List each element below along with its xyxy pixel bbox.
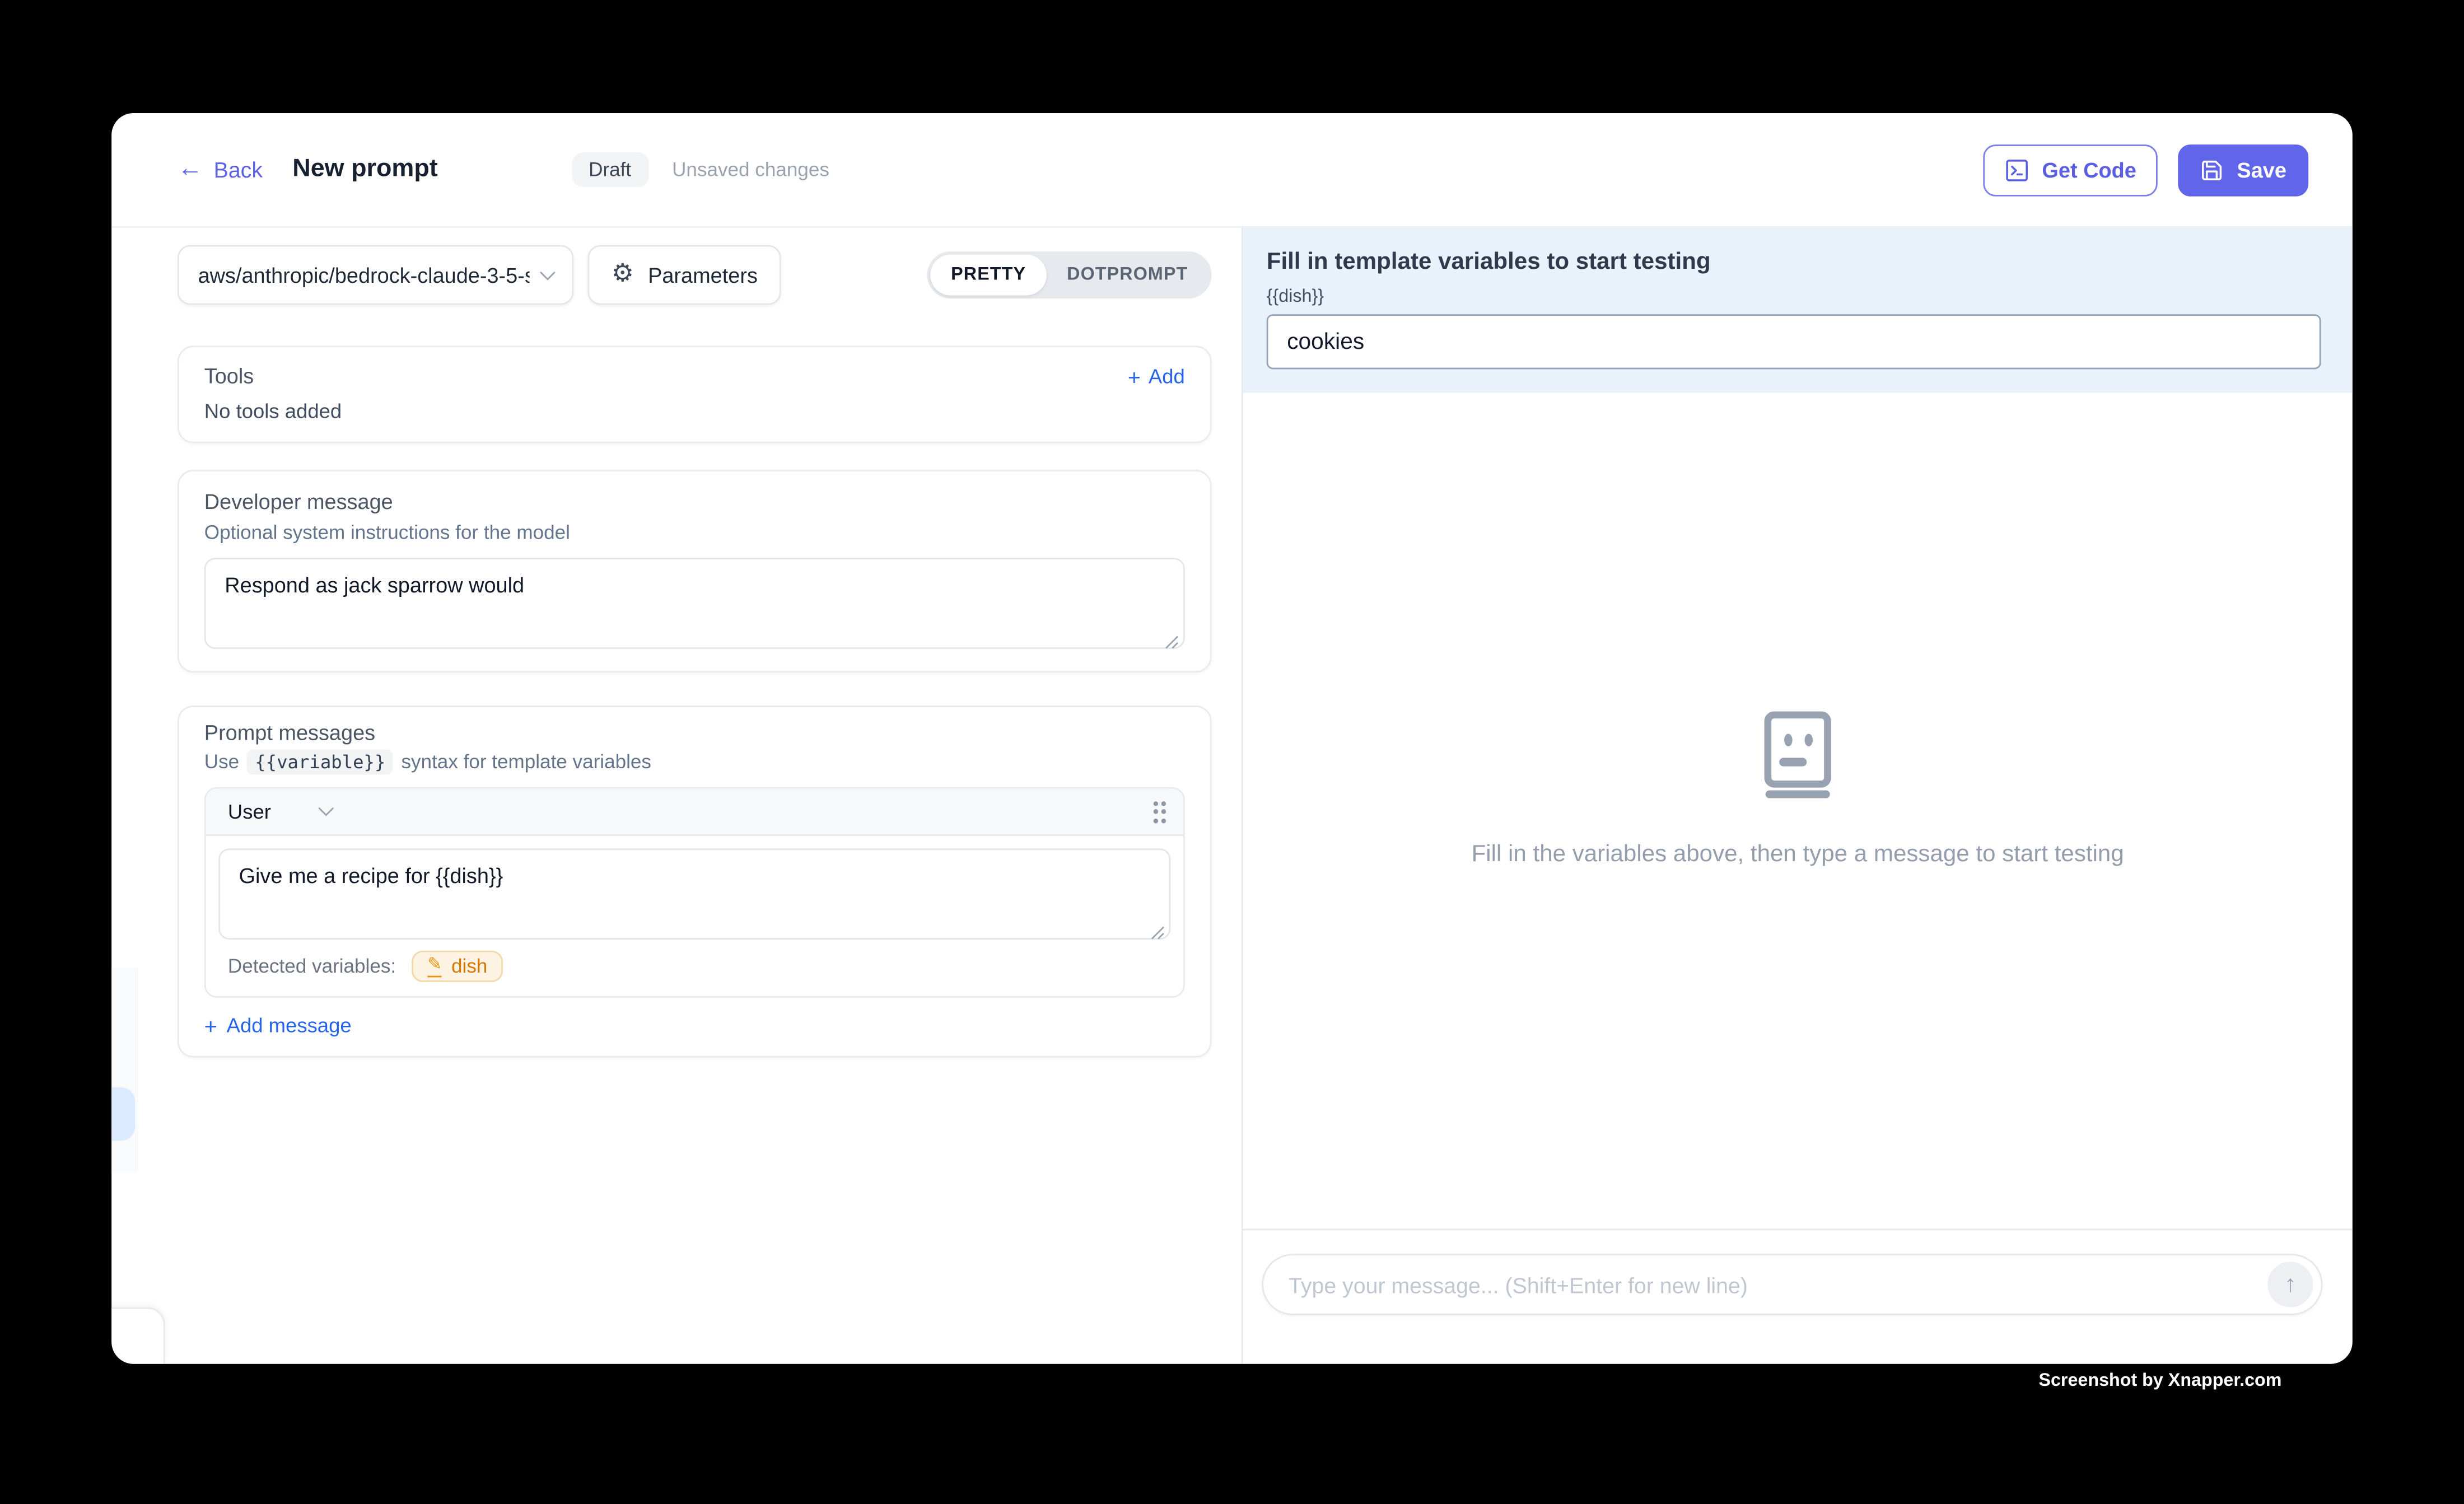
back-label: Back xyxy=(214,157,263,183)
robot-face-icon xyxy=(1762,710,1834,798)
model-row: aws/anthropic/bedrock-claude-3-5-s... ⚙ … xyxy=(178,245,1211,305)
message-role-header: User xyxy=(206,789,1183,836)
chat-empty-state: Fill in the variables above, then type a… xyxy=(1472,710,2124,867)
chat-footer: ↑ xyxy=(1243,1229,2353,1363)
message-body: Give me a recipe for {{dish}} Detected v… xyxy=(206,836,1183,997)
test-panel-column: Fill in template variables to start test… xyxy=(1243,228,2353,1364)
clipped-nav-highlight xyxy=(111,1087,135,1141)
role-select-value[interactable]: User xyxy=(228,800,271,823)
send-arrow-icon: ↑ xyxy=(2284,1271,2296,1298)
developer-message-field-wrap: Respond as jack sparrow would xyxy=(204,558,1185,649)
prompt-messages-title: Prompt messages xyxy=(204,721,1185,745)
message-field-wrap: Give me a recipe for {{dish}} xyxy=(218,848,1171,940)
top-bar: ← Back New prompt Draft Unsaved changes … xyxy=(111,113,2353,228)
tools-title: Tools xyxy=(204,365,254,388)
developer-message-card: Developer message Optional system instru… xyxy=(178,470,1211,672)
plus-icon: + xyxy=(204,1015,217,1036)
chevron-down-icon xyxy=(540,264,556,280)
save-label: Save xyxy=(2237,158,2286,181)
developer-message-title: Developer message xyxy=(204,491,1185,514)
dish-variable-input[interactable] xyxy=(1267,314,2321,369)
get-code-label: Get Code xyxy=(2042,158,2136,181)
app-window: ← Back New prompt Draft Unsaved changes … xyxy=(111,113,2353,1364)
page-title: New prompt xyxy=(292,156,437,184)
back-button[interactable]: ← Back xyxy=(178,157,263,183)
detected-variables-label: Detected variables: xyxy=(228,955,396,977)
detected-variables-row: Detected variables: ✎ dish xyxy=(218,940,1171,985)
fill-variables-title: Fill in template variables to start test… xyxy=(1267,248,2321,275)
message-input[interactable]: Give me a recipe for {{dish}} xyxy=(220,850,1169,938)
tools-card: Tools + Add No tools added xyxy=(178,345,1211,443)
variable-syntax-hint: Use {{variable}} syntax for template var… xyxy=(204,750,1185,775)
terminal-icon xyxy=(2006,158,2029,181)
variable-name: dish xyxy=(451,955,487,977)
model-selector[interactable]: aws/anthropic/bedrock-claude-3-5-s... xyxy=(178,245,573,305)
save-button[interactable]: Save xyxy=(2179,144,2309,196)
chat-empty-text: Fill in the variables above, then type a… xyxy=(1472,840,2124,867)
toggle-pretty[interactable]: PRETTY xyxy=(931,255,1047,296)
format-toggle: PRETTY DOTPROMPT xyxy=(927,251,1211,298)
message-block: User Give me a recipe for {{dish}} xyxy=(204,787,1185,998)
model-selector-value: aws/anthropic/bedrock-claude-3-5-s... xyxy=(198,263,530,287)
gear-icon: ⚙ xyxy=(612,263,634,288)
variable-code-chip: {{variable}} xyxy=(247,750,393,775)
plus-icon: + xyxy=(1128,365,1141,387)
template-variables-panel: Fill in template variables to start test… xyxy=(1243,228,2353,393)
edit-pencil-icon: ✎ xyxy=(427,955,442,978)
add-tool-button[interactable]: + Add xyxy=(1128,365,1185,388)
get-code-button[interactable]: Get Code xyxy=(1984,144,2159,196)
variable-badge-dish[interactable]: ✎ dish xyxy=(412,951,503,983)
tools-empty-text: No tools added xyxy=(204,399,1185,423)
drag-handle-icon[interactable] xyxy=(1152,801,1166,823)
add-message-button[interactable]: + Add message xyxy=(204,1013,1185,1037)
toggle-dotprompt[interactable]: DOTPROMPT xyxy=(1047,255,1208,296)
prompt-editor-column: aws/anthropic/bedrock-claude-3-5-s... ⚙ … xyxy=(111,228,1243,1364)
back-arrow-icon: ← xyxy=(178,157,203,183)
chevron-down-icon[interactable] xyxy=(319,801,335,816)
chat-area: Fill in the variables above, then type a… xyxy=(1243,393,2353,1229)
save-floppy-icon xyxy=(2201,158,2224,181)
chat-input-wrap: ↑ xyxy=(1262,1254,2322,1315)
parameters-label: Parameters xyxy=(648,263,758,287)
tools-card-header: Tools + Add xyxy=(204,365,1185,388)
parameters-button[interactable]: ⚙ Parameters xyxy=(587,245,781,305)
hint-suffix: syntax for template variables xyxy=(401,751,651,773)
send-button[interactable]: ↑ xyxy=(2267,1262,2313,1307)
developer-message-subtitle: Optional system instructions for the mod… xyxy=(204,522,1185,544)
status-badge: Draft xyxy=(571,152,648,187)
unsaved-changes-text: Unsaved changes xyxy=(672,158,829,180)
clipped-sidebar-strip xyxy=(111,968,138,1173)
main-content: aws/anthropic/bedrock-claude-3-5-s... ⚙ … xyxy=(111,228,2353,1364)
add-tool-label: Add xyxy=(1149,365,1185,388)
prompt-messages-card: Prompt messages Use {{variable}} syntax … xyxy=(178,706,1211,1058)
top-bar-actions: Get Code Save xyxy=(1984,144,2309,196)
add-message-label: Add message xyxy=(227,1013,352,1037)
screenshot-stage: ← Back New prompt Draft Unsaved changes … xyxy=(0,0,2464,1503)
xnapper-watermark: Screenshot by Xnapper.com xyxy=(2038,1372,2281,1391)
clipped-corner-popover xyxy=(111,1307,165,1364)
hint-prefix: Use xyxy=(204,751,239,773)
dish-variable-label: {{dish}} xyxy=(1267,288,2321,307)
developer-message-input[interactable]: Respond as jack sparrow would xyxy=(206,559,1183,647)
chat-message-input[interactable] xyxy=(1289,1272,2267,1297)
